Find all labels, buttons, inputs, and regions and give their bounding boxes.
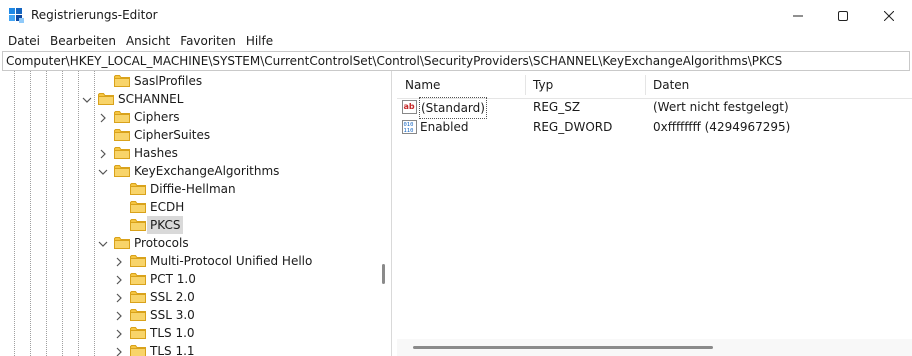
tree-node-pct-1-0[interactable]: PCT 1.0 — [0, 270, 380, 288]
value-type: REG_SZ — [533, 100, 581, 114]
menu-bar: Datei Bearbeiten Ansicht Favoriten Hilfe — [0, 31, 912, 51]
folder-icon — [130, 218, 146, 231]
maximize-icon — [838, 10, 848, 21]
folder-icon — [130, 272, 146, 285]
tree-node-label: KeyExchangeAlgorithms — [134, 164, 280, 178]
folder-icon — [130, 344, 146, 356]
tree-node-ssl-2-0[interactable]: SSL 2.0 — [0, 288, 380, 306]
tree-node-label: Multi-Protocol Unified Hello — [150, 254, 313, 268]
column-name[interactable]: Name — [397, 71, 440, 99]
svg-text:110: 110 — [404, 128, 414, 134]
chevron-right-icon[interactable] — [114, 274, 124, 285]
folder-icon — [130, 308, 146, 321]
tree-node-label: Diffie-Hellman — [150, 182, 236, 196]
tree-node-pkcs[interactable]: PKCS — [0, 216, 380, 234]
menu-favoriten[interactable]: Favoriten — [175, 31, 241, 51]
column-header: Name Typ Daten — [397, 71, 912, 99]
tree-node-ciphersuites[interactable]: CipherSuites — [0, 126, 380, 144]
tree-node-label: Hashes — [134, 146, 178, 160]
chevron-right-icon[interactable] — [114, 310, 124, 321]
tree-node-label: SaslProfiles — [134, 74, 203, 88]
tree-node-label: ECDH — [150, 200, 185, 214]
tree-node-label: Ciphers — [134, 110, 180, 124]
tree-node-tls-1-1[interactable]: TLS 1.1 — [0, 342, 380, 356]
tree-node-label: SSL 2.0 — [150, 290, 195, 304]
folder-icon — [130, 326, 146, 339]
string-value-icon: ab — [402, 100, 417, 114]
value-type: REG_DWORD — [533, 120, 613, 134]
minimize-icon — [793, 15, 803, 16]
tree-node-multi-protocol-unified-hello[interactable]: Multi-Protocol Unified Hello — [0, 252, 380, 270]
chevron-down-icon[interactable] — [98, 238, 108, 248]
binary-value-icon: 010 110 — [402, 120, 417, 134]
tree-node-saslprofiles[interactable]: SaslProfiles — [0, 72, 380, 90]
folder-icon — [114, 146, 130, 159]
svg-text:ab: ab — [404, 102, 415, 111]
tree-node-label: SCHANNEL — [118, 92, 184, 106]
folder-icon — [114, 236, 130, 249]
tree-node-diffie-hellman[interactable]: Diffie-Hellman — [0, 180, 380, 198]
address-bar[interactable]: Computer\HKEY_LOCAL_MACHINE\SYSTEM\Curre… — [2, 51, 910, 71]
column-data[interactable]: Daten — [645, 71, 689, 99]
menu-datei[interactable]: Datei — [3, 31, 45, 51]
value-row-standard[interactable]: ab (Standard) REG_SZ (Wert nicht festgel… — [397, 97, 912, 119]
folder-icon — [130, 254, 146, 267]
folder-icon — [114, 128, 130, 141]
value-name: Enabled — [420, 120, 469, 134]
menu-ansicht[interactable]: Ansicht — [121, 31, 175, 51]
value-row-enabled[interactable]: 010 110 Enabled REG_DWORD 0xffffffff (42… — [397, 117, 912, 137]
column-type[interactable]: Typ — [525, 71, 553, 99]
tree-node-ecdh[interactable]: ECDH — [0, 198, 380, 216]
close-button[interactable] — [866, 0, 912, 31]
value-list[interactable]: Name Typ Daten ab (Standard) REG_SZ (Wer… — [397, 71, 912, 356]
key-tree[interactable]: SaslProfiles SCHANNEL Ciphers CipherSuites H… — [0, 71, 392, 356]
tree-node-label: PCT 1.0 — [150, 272, 196, 286]
menu-bearbeiten[interactable]: Bearbeiten — [45, 31, 121, 51]
tree-node-hashes[interactable]: Hashes — [0, 144, 380, 162]
folder-icon — [114, 74, 130, 87]
title-bar: Registrierungs-Editor — [0, 0, 912, 31]
maximize-button[interactable] — [820, 0, 866, 31]
chevron-right-icon[interactable] — [98, 112, 108, 123]
value-name: (Standard) — [419, 97, 487, 119]
tree-node-label: PKCS — [147, 216, 184, 234]
tree-node-schannel[interactable]: SCHANNEL — [0, 90, 380, 108]
tree-node-label: TLS 1.0 — [150, 326, 195, 340]
tree-scrollbar[interactable] — [377, 71, 390, 356]
tree-node-label: TLS 1.1 — [150, 344, 195, 356]
tree-node-ciphers[interactable]: Ciphers — [0, 108, 380, 126]
chevron-right-icon[interactable] — [114, 292, 124, 303]
chevron-right-icon[interactable] — [114, 328, 124, 339]
chevron-right-icon[interactable] — [98, 148, 108, 159]
minimize-button[interactable] — [775, 0, 821, 31]
tree-node-label: SSL 3.0 — [150, 308, 195, 322]
value-data: 0xffffffff (4294967295) — [653, 120, 791, 134]
folder-icon — [114, 110, 130, 123]
menu-hilfe[interactable]: Hilfe — [241, 31, 278, 51]
close-icon — [884, 10, 894, 21]
list-scrollbar-thumb[interactable] — [413, 346, 713, 349]
folder-icon — [130, 290, 146, 303]
tree-scrollbar-thumb[interactable] — [382, 264, 385, 284]
chevron-right-icon[interactable] — [114, 256, 124, 267]
folder-icon — [130, 182, 146, 195]
folder-icon — [98, 92, 114, 105]
chevron-down-icon[interactable] — [82, 94, 92, 104]
chevron-down-icon[interactable] — [98, 166, 108, 176]
list-horizontal-scrollbar[interactable] — [397, 339, 912, 356]
regedit-app-icon — [9, 8, 24, 23]
value-data: (Wert nicht festgelegt) — [653, 100, 789, 114]
tree-node-keyexchangealgorithms[interactable]: KeyExchangeAlgorithms — [0, 162, 380, 180]
folder-icon — [130, 200, 146, 213]
window-title: Registrierungs-Editor — [31, 8, 158, 22]
chevron-right-icon[interactable] — [114, 346, 124, 356]
tree-node-label: CipherSuites — [134, 128, 211, 142]
tree-node-ssl-3-0[interactable]: SSL 3.0 — [0, 306, 380, 324]
folder-icon — [114, 164, 130, 177]
tree-node-protocols[interactable]: Protocols — [0, 234, 380, 252]
tree-node-label: Protocols — [134, 236, 189, 250]
tree-node-tls-1-0[interactable]: TLS 1.0 — [0, 324, 380, 342]
